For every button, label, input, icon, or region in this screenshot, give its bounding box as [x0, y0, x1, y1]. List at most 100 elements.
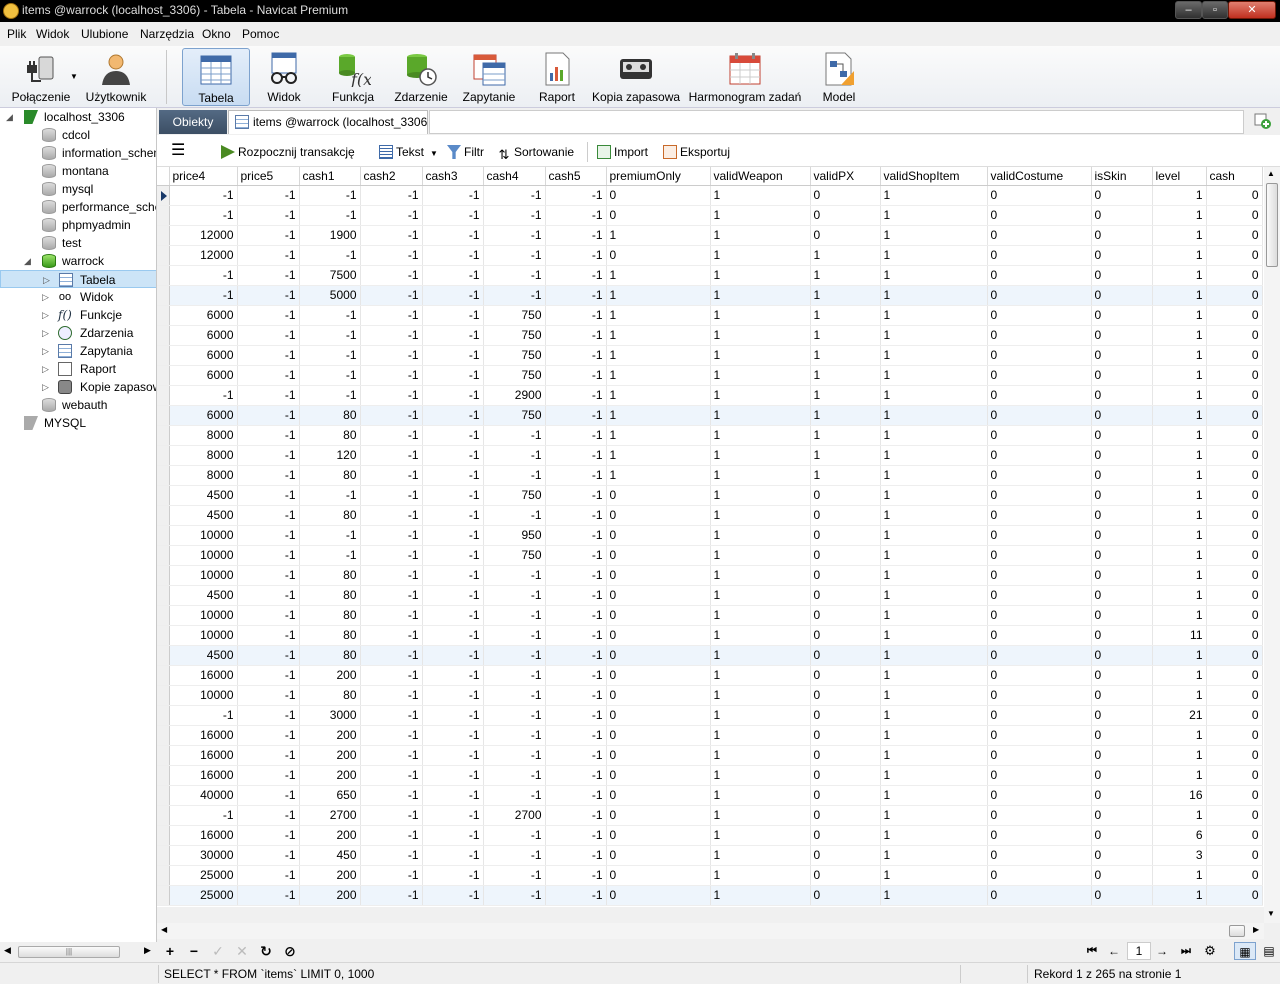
row-indicator[interactable]: [157, 345, 170, 366]
cell-cash1[interactable]: 80: [299, 405, 361, 426]
cell-price4[interactable]: 6000: [169, 305, 238, 326]
cell-validWeapon[interactable]: 1: [710, 425, 811, 446]
table-button[interactable]: Tabela: [182, 48, 250, 106]
row-indicator[interactable]: [157, 585, 170, 606]
data-grid[interactable]: price4 price5 cash1 cash2 cash3 cash4 cash5 pre…: [157, 167, 1264, 907]
cell-validWeapon[interactable]: 1: [710, 245, 811, 266]
cell-validShopItem[interactable]: 1: [880, 645, 988, 666]
cell-cash2[interactable]: -1: [360, 465, 423, 486]
column-header-premiumOnly[interactable]: premiumOnly: [606, 167, 711, 186]
cell-validCostume[interactable]: 0: [987, 365, 1092, 386]
cell-validPX[interactable]: 0: [810, 605, 881, 626]
cell-isSkin[interactable]: 0: [1091, 505, 1153, 526]
cell-premiumOnly[interactable]: 0: [606, 485, 711, 506]
cell-cash1[interactable]: 450: [299, 845, 361, 866]
cell-premiumOnly[interactable]: 1: [606, 365, 711, 386]
cell-price5[interactable]: -1: [237, 485, 300, 506]
cell-level[interactable]: 16: [1152, 785, 1207, 806]
cell-premiumOnly[interactable]: 0: [606, 625, 711, 646]
cell-isSkin[interactable]: 0: [1091, 245, 1153, 266]
row-indicator[interactable]: [157, 765, 170, 786]
column-header-cash3[interactable]: cash3: [422, 167, 484, 186]
cell-premiumOnly[interactable]: 1: [606, 265, 711, 286]
cell-cash5[interactable]: -1: [545, 345, 607, 366]
table-row[interactable]: 6000 -1 -1 -1 -1 750 -1 1 1 1 1 0 0 1 0: [157, 345, 1263, 366]
cell-isSkin[interactable]: 0: [1091, 825, 1153, 846]
cell-validCostume[interactable]: 0: [987, 585, 1092, 606]
cell-cash[interactable]: 0: [1206, 365, 1263, 386]
cell-validShopItem[interactable]: 1: [880, 445, 988, 466]
row-indicator[interactable]: [157, 305, 170, 326]
cell-validShopItem[interactable]: 1: [880, 825, 988, 846]
cell-isSkin[interactable]: 0: [1091, 885, 1153, 906]
cell-cash2[interactable]: -1: [360, 765, 423, 786]
cell-level[interactable]: 1: [1152, 765, 1207, 786]
tree-item-funkcje[interactable]: ▷ f() Funkcje: [0, 306, 156, 324]
cell-price4[interactable]: -1: [169, 185, 238, 206]
row-indicator[interactable]: [157, 645, 170, 666]
cell-validCostume[interactable]: 0: [987, 305, 1092, 326]
cell-validWeapon[interactable]: 1: [710, 365, 811, 386]
cell-validPX[interactable]: 1: [810, 305, 881, 326]
cell-validPX[interactable]: 0: [810, 885, 881, 906]
cell-price4[interactable]: 16000: [169, 765, 238, 786]
cell-cash4[interactable]: -1: [483, 505, 546, 526]
cell-price4[interactable]: -1: [169, 205, 238, 226]
scrollbar-thumb[interactable]: |||: [18, 946, 120, 958]
cell-level[interactable]: 1: [1152, 485, 1207, 506]
cell-premiumOnly[interactable]: 0: [606, 525, 711, 546]
cell-validWeapon[interactable]: 1: [710, 725, 811, 746]
cell-cash4[interactable]: -1: [483, 185, 546, 206]
cell-cash3[interactable]: -1: [422, 265, 484, 286]
menu-pomoc[interactable]: Pomoc: [242, 27, 279, 41]
cell-cash4[interactable]: -1: [483, 265, 546, 286]
table-row[interactable]: 16000 -1 200 -1 -1 -1 -1 0 1 0 1 0 0 1 0: [157, 665, 1263, 686]
cell-cash4[interactable]: 950: [483, 525, 546, 546]
cell-cash4[interactable]: 2900: [483, 385, 546, 406]
cell-validShopItem[interactable]: 1: [880, 305, 988, 326]
cell-cash3[interactable]: -1: [422, 225, 484, 246]
cell-price5[interactable]: -1: [237, 565, 300, 586]
table-row[interactable]: 10000 -1 80 -1 -1 -1 -1 0 1 0 1 0 0 1 0: [157, 685, 1263, 706]
cell-price4[interactable]: -1: [169, 385, 238, 406]
cell-price5[interactable]: -1: [237, 385, 300, 406]
cell-validPX[interactable]: 1: [810, 365, 881, 386]
cell-validWeapon[interactable]: 1: [710, 465, 811, 486]
table-row[interactable]: 4500 -1 -1 -1 -1 750 -1 0 1 0 1 0 0 1 0: [157, 485, 1263, 506]
cell-price4[interactable]: 4500: [169, 645, 238, 666]
cell-validCostume[interactable]: 0: [987, 405, 1092, 426]
report-button[interactable]: Raport: [530, 48, 584, 106]
cell-validCostume[interactable]: 0: [987, 525, 1092, 546]
cell-level[interactable]: 1: [1152, 805, 1207, 826]
cell-cash4[interactable]: -1: [483, 825, 546, 846]
cell-price4[interactable]: 10000: [169, 605, 238, 626]
cell-validWeapon[interactable]: 1: [710, 805, 811, 826]
column-header-price5[interactable]: price5: [237, 167, 300, 186]
cell-cash2[interactable]: -1: [360, 445, 423, 466]
row-indicator[interactable]: [157, 865, 170, 886]
cell-isSkin[interactable]: 0: [1091, 645, 1153, 666]
table-row[interactable]: -1 -1 3000 -1 -1 -1 -1 0 1 0 1 0 0 21 0: [157, 705, 1263, 726]
table-row[interactable]: 16000 -1 200 -1 -1 -1 -1 0 1 0 1 0 0 1 0: [157, 745, 1263, 766]
tree-item-kopie-zapasowe[interactable]: ▷ Kopie zapasowe: [0, 378, 156, 396]
cell-cash2[interactable]: -1: [360, 485, 423, 506]
cell-isSkin[interactable]: 0: [1091, 705, 1153, 726]
cell-cash5[interactable]: -1: [545, 805, 607, 826]
cell-cash[interactable]: 0: [1206, 385, 1263, 406]
cell-cash2[interactable]: -1: [360, 525, 423, 546]
cell-validWeapon[interactable]: 1: [710, 785, 811, 806]
close-button[interactable]: ✕: [1228, 1, 1276, 19]
cell-premiumOnly[interactable]: 0: [606, 725, 711, 746]
cell-cash2[interactable]: -1: [360, 265, 423, 286]
cell-cash1[interactable]: 5000: [299, 285, 361, 306]
row-indicator[interactable]: [157, 725, 170, 746]
cell-isSkin[interactable]: 0: [1091, 225, 1153, 246]
cell-premiumOnly[interactable]: 0: [606, 825, 711, 846]
cell-cash2[interactable]: -1: [360, 305, 423, 326]
cell-cash3[interactable]: -1: [422, 245, 484, 266]
cell-validPX[interactable]: 0: [810, 765, 881, 786]
tree-db-phpmyadmin[interactable]: phpmyadmin: [0, 216, 156, 234]
row-indicator[interactable]: [157, 365, 170, 386]
cell-cash3[interactable]: -1: [422, 325, 484, 346]
cell-isSkin[interactable]: 0: [1091, 265, 1153, 286]
